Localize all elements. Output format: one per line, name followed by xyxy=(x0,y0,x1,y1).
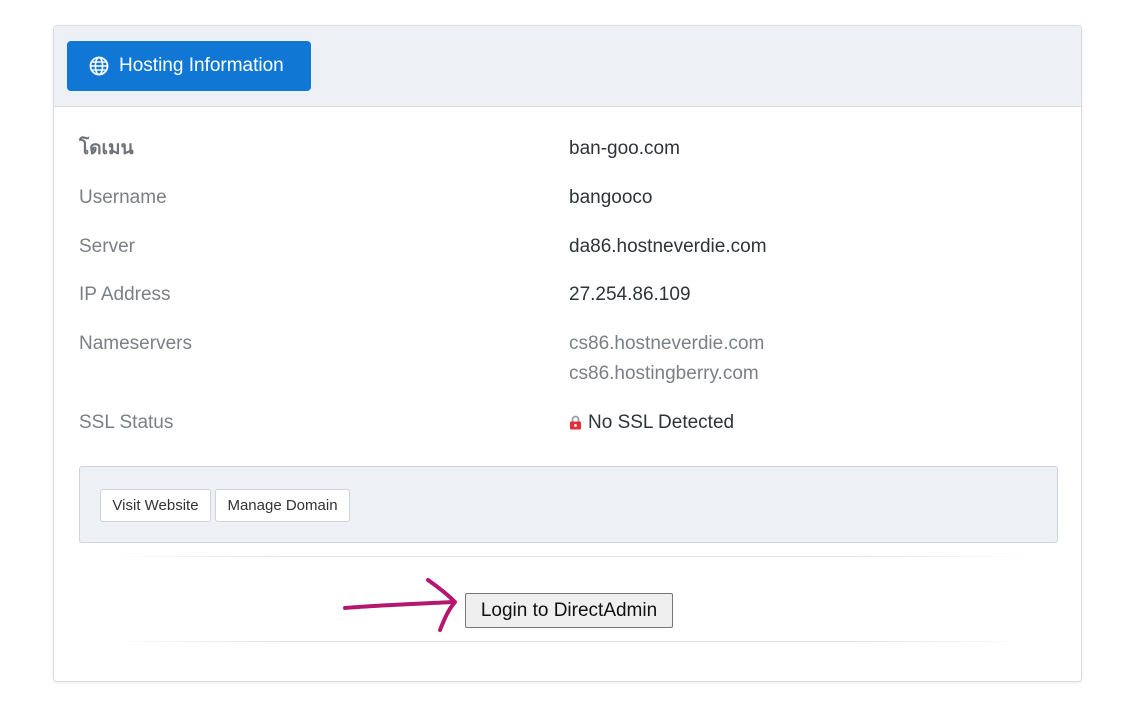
domain-value: ban-goo.com xyxy=(569,138,680,159)
hosting-info-card: Hosting Information โดเมน ban-goo.com Us… xyxy=(53,25,1082,682)
ssl-status-label: SSL Status xyxy=(79,412,174,433)
ip-address-value: 27.254.86.109 xyxy=(569,284,691,305)
visit-website-button[interactable]: Visit Website xyxy=(100,489,211,522)
divider-bottom xyxy=(104,641,1034,642)
username-label: Username xyxy=(79,187,167,208)
server-value: da86.hostneverdie.com xyxy=(569,236,767,257)
username-value: bangooco xyxy=(569,187,653,208)
globe-icon xyxy=(89,56,109,76)
actions-panel: Visit Website Manage Domain xyxy=(79,466,1058,543)
nameservers-label: Nameservers xyxy=(79,333,192,354)
ip-address-label: IP Address xyxy=(79,284,171,305)
login-directadmin-button[interactable]: Login to DirectAdmin xyxy=(465,593,673,628)
annotation-arrow xyxy=(343,578,457,632)
server-label: Server xyxy=(79,236,135,257)
nameserver-1: cs86.hostneverdie.com xyxy=(569,333,765,354)
divider-top xyxy=(104,556,1034,557)
manage-domain-button[interactable]: Manage Domain xyxy=(215,489,350,522)
card-header: Hosting Information xyxy=(54,26,1081,107)
ssl-status-text: No SSL Detected xyxy=(588,412,735,433)
ssl-status-value: No SSL Detected xyxy=(569,408,734,438)
nameserver-2: cs86.hostingberry.com xyxy=(569,363,759,384)
hosting-information-label: Hosting Information xyxy=(119,55,284,76)
hosting-information-button[interactable]: Hosting Information xyxy=(67,41,311,91)
domain-label: โดเมน xyxy=(79,138,134,159)
lock-icon xyxy=(570,415,581,430)
